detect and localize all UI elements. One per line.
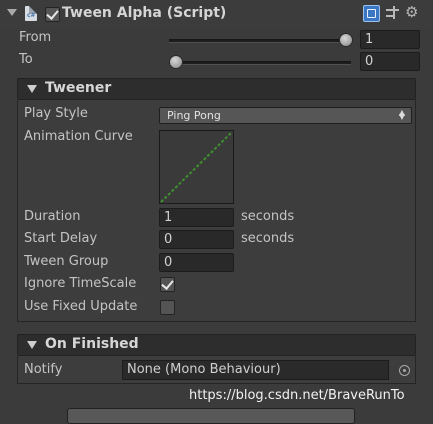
ignore-timescale-label: Ignore TimeScale [24, 276, 137, 291]
component-header[interactable]: c# Tween Alpha (Script) ⚙ [0, 0, 433, 28]
play-style-dropdown[interactable]: Ping Pong ▲ ▼ [159, 107, 412, 124]
use-fixed-update-label: Use Fixed Update [24, 299, 138, 314]
dropdown-arrows-icon: ▲ ▼ [398, 108, 405, 121]
component-title: Tween Alpha (Script) [62, 5, 227, 21]
watermark-text: https://blog.csdn.net/BraveRunTo [189, 388, 405, 403]
play-style-label: Play Style [24, 106, 88, 121]
expand-triangle-icon [27, 341, 37, 349]
notify-object-field[interactable]: None (Mono Behaviour) [122, 360, 389, 380]
object-picker-icon[interactable] [399, 365, 410, 376]
curve-graph [160, 131, 233, 203]
from-label: From [19, 30, 52, 45]
use-fixed-update-checkbox[interactable] [160, 300, 175, 315]
tweener-section-header[interactable]: Tweener [17, 78, 416, 100]
expand-triangle-icon [27, 85, 37, 93]
to-slider-track[interactable] [169, 61, 351, 65]
play-style-value: Ping Pong [167, 109, 221, 122]
from-value-field[interactable]: 1 [360, 30, 420, 49]
duration-unit: seconds [241, 209, 295, 224]
to-value-field[interactable]: 0 [360, 52, 420, 71]
to-slider-thumb[interactable] [169, 55, 183, 69]
ignore-timescale-checkbox[interactable] [160, 277, 175, 292]
script-icon: c# [25, 6, 37, 21]
notify-label: Notify [24, 362, 63, 377]
tweener-section-title: Tweener [45, 80, 112, 96]
on-finished-section-header[interactable]: On Finished [17, 334, 416, 356]
tween-group-field[interactable]: 0 [159, 253, 234, 272]
from-slider-track[interactable] [169, 39, 351, 43]
start-delay-unit: seconds [241, 231, 295, 246]
duration-label: Duration [24, 209, 81, 224]
start-delay-label: Start Delay [24, 231, 98, 246]
tween-group-label: Tween Group [24, 254, 109, 269]
notify-value: None (Mono Behaviour) [127, 362, 281, 377]
bottom-button[interactable] [67, 408, 355, 424]
foldout-arrow-icon[interactable] [7, 9, 17, 16]
checkmark-icon [161, 277, 174, 290]
help-book-icon[interactable] [363, 5, 380, 22]
from-slider-thumb[interactable] [339, 33, 353, 47]
animation-curve-field[interactable] [159, 130, 234, 204]
on-finished-section-title: On Finished [45, 336, 139, 352]
curve-line [160, 131, 233, 203]
start-delay-field[interactable]: 0 [159, 230, 234, 249]
checkmark-icon [46, 7, 59, 20]
to-label: To [19, 52, 33, 67]
animation-curve-label: Animation Curve [24, 129, 133, 144]
duration-field[interactable]: 1 [159, 208, 234, 227]
component-enabled-checkbox[interactable] [45, 7, 60, 22]
gear-icon[interactable]: ⚙ [405, 5, 420, 20]
presets-icon[interactable] [385, 5, 400, 20]
